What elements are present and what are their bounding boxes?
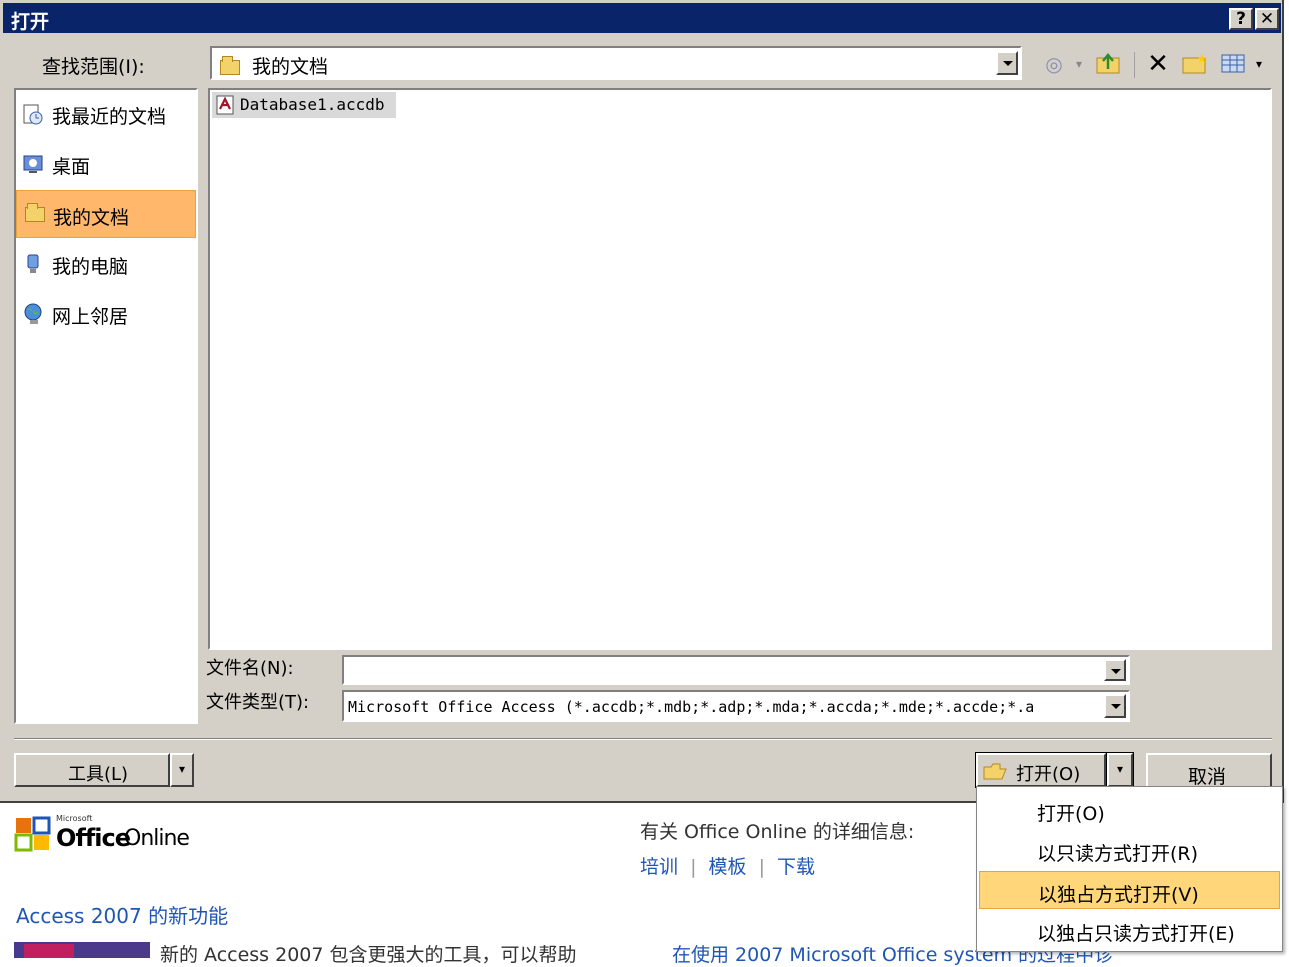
close-button[interactable]: ✕ (1255, 8, 1279, 30)
menu-item-label: 以只读方式打开(R) (1037, 843, 1199, 865)
file-item[interactable]: Database1.accdb (212, 92, 396, 118)
look-in-combobox[interactable]: 我的文档 (210, 46, 1022, 80)
whats-new-heading[interactable]: Access 2007 的新功能 (16, 900, 228, 929)
back-dropdown-icon[interactable]: ▾ (1072, 52, 1086, 76)
tools-button[interactable]: 工具(L) (14, 753, 170, 787)
file-type-value: Microsoft Office Access (*.accdb;*.mdb;*… (348, 698, 1035, 716)
place-my-documents[interactable]: 我的文档 (16, 190, 196, 238)
desktop-icon (23, 155, 43, 173)
place-network[interactable]: 网上邻居 (16, 290, 196, 338)
delete-icon[interactable]: ✕ (1146, 51, 1170, 77)
toolbar-separator (1134, 52, 1135, 78)
menu-item-open-read-only[interactable]: 以只读方式打开(R) (979, 831, 1280, 869)
divider (14, 739, 1272, 740)
tools-dropdown-button[interactable]: ▾ (170, 753, 194, 787)
help-button[interactable]: ? (1229, 8, 1253, 30)
look-in-value: 我的文档 (252, 56, 329, 78)
open-dropdown-button[interactable]: ▾ (1106, 752, 1134, 788)
my-documents-folder-icon (25, 203, 45, 222)
menu-item-open-exclusive-read-only[interactable]: 以独占只读方式打开(E) (979, 911, 1280, 949)
place-label: 我的文档 (53, 207, 130, 229)
menu-item-label: 以独占只读方式打开(E) (1037, 923, 1235, 945)
body-text-left: 新的 Access 2007 包含更强大的工具，可以帮助 (160, 944, 577, 966)
file-type-dropdown-arrow[interactable] (1104, 694, 1126, 718)
title-bar[interactable]: 打开 ? ✕ (3, 3, 1281, 33)
menu-item-label: 打开(O) (1037, 803, 1105, 825)
menu-item-label: 以独占方式打开(V) (1038, 884, 1199, 906)
file-type-label: 文件类型(T): (206, 692, 310, 713)
link-downloads[interactable]: 下载 (777, 856, 815, 878)
up-folder-icon[interactable] (1096, 52, 1120, 76)
look-in-label: 查找范围(I): (42, 56, 145, 78)
place-label: 我的电脑 (52, 256, 129, 278)
network-places-icon (24, 303, 42, 324)
place-label: 我最近的文档 (52, 106, 167, 128)
dialog-title: 打开 (11, 11, 50, 33)
office-online-logo: Microsoft Office Online (14, 814, 194, 856)
link-separator: | (690, 856, 697, 878)
tools-button-label: 工具(L) (68, 764, 129, 785)
info-label: 有关 Office Online 的详细信息: (640, 821, 915, 843)
brand-online: Online (124, 826, 190, 851)
open-file-dialog: 打开 ? ✕ 查找范围(I): 我的文档 ◎ ▾ ✕ ▾ 我最近的文档 桌面 我… (0, 0, 1284, 803)
link-templates[interactable]: 模板 (709, 856, 747, 878)
my-computer-icon (27, 254, 39, 273)
file-name-label: 文件名(N): (206, 658, 294, 679)
brand-microsoft: Microsoft (56, 814, 93, 823)
views-icon[interactable] (1220, 52, 1245, 76)
look-in-dropdown-arrow[interactable] (996, 51, 1018, 75)
open-button-label: 打开(O) (1016, 764, 1081, 785)
folder-icon (220, 55, 240, 75)
place-label: 网上邻居 (52, 306, 129, 328)
place-recent-documents[interactable]: 我最近的文档 (16, 90, 196, 138)
link-training[interactable]: 培训 (640, 856, 678, 878)
file-name-combobox[interactable] (342, 655, 1130, 685)
access-database-icon (216, 95, 234, 115)
open-folder-icon (983, 763, 1007, 780)
new-folder-icon[interactable] (1182, 52, 1207, 76)
file-type-combobox[interactable]: Microsoft Office Access (*.accdb;*.mdb;*… (342, 690, 1130, 722)
place-my-computer[interactable]: 我的电脑 (16, 240, 196, 288)
place-label: 桌面 (52, 156, 91, 178)
back-icon[interactable]: ◎ (1042, 52, 1066, 76)
file-name-dropdown-arrow[interactable] (1104, 659, 1126, 681)
file-list[interactable]: Database1.accdb (208, 88, 1272, 650)
file-name: Database1.accdb (240, 95, 385, 114)
brand-office: Office (56, 824, 131, 852)
info-links: 培训 | 模板 | 下载 (640, 852, 815, 879)
place-desktop[interactable]: 桌面 (16, 140, 196, 188)
link-separator: | (758, 856, 765, 878)
menu-item-open[interactable]: 打开(O) (979, 791, 1280, 829)
promo-image[interactable] (14, 942, 150, 958)
menu-item-open-exclusive[interactable]: 以独占方式打开(V) (979, 871, 1280, 909)
promo-image-shape (24, 944, 74, 958)
open-options-menu: 打开(O) 以只读方式打开(R) 以独占方式打开(V) 以独占只读方式打开(E) (976, 786, 1283, 952)
open-button[interactable]: 打开(O) (975, 752, 1107, 788)
views-dropdown-icon[interactable]: ▾ (1252, 52, 1266, 76)
office-logo-icon (14, 816, 51, 852)
cancel-button-label: 取消 (1188, 766, 1227, 788)
recent-documents-icon (23, 104, 43, 125)
